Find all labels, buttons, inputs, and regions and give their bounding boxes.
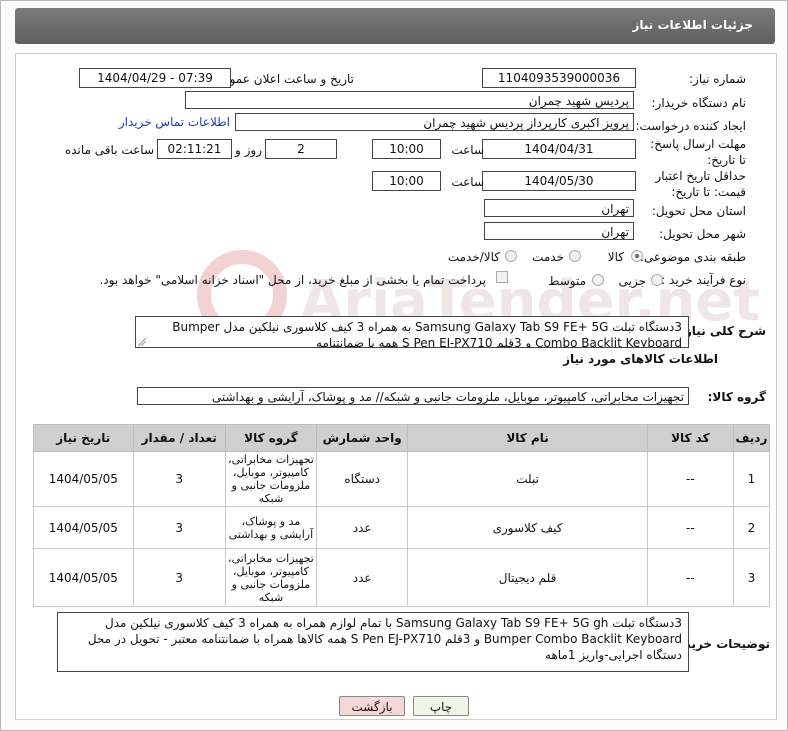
category-radio-goods[interactable] — [631, 250, 643, 262]
treasury-payment-note: پرداخت تمام یا بخشی از مبلغ خرید، از محل… — [99, 273, 486, 287]
table-header-row: ردیف کد کالا نام کالا واحد شمارش گروه کا… — [33, 424, 771, 452]
print-button[interactable]: چاپ — [413, 696, 469, 716]
buyer-contact-link[interactable]: اطلاعات تماس خریدار — [119, 115, 230, 129]
cell-row-number: 3 — [732, 548, 771, 607]
cell-unit: دستگاه — [316, 451, 409, 507]
header-bar: جزئیات اطلاعات نیاز — [15, 8, 775, 44]
summary-text: 3دستگاه تبلت Samsung Galaxy Tab S9 FE+ 5… — [172, 320, 682, 348]
category-option-service: خدمت — [532, 250, 564, 264]
cell-name: تبلت — [407, 451, 648, 507]
need-number-label: شماره نیاز: — [689, 72, 746, 86]
price-validity-date-field: 1404/05/30 — [482, 171, 636, 191]
buyer-notes-textarea[interactable]: 3دستگاه تبلت Samsung Galaxy Tab S9 FE+ 5… — [57, 612, 689, 672]
requester-label: ایجاد کننده درخواست: — [635, 119, 746, 133]
category-option-goods: کالا — [607, 250, 624, 264]
cell-name: قلم دیجیتال — [407, 548, 648, 607]
cell-group: مد و پوشاک، آرایشی و بهداشتی — [224, 506, 318, 549]
buyer-org-field: پردیس شهید چمران — [185, 91, 634, 109]
goods-section-title: اطلاعات کالاهای مورد نیاز — [563, 352, 718, 366]
process-type-label: نوع فرآیند خرید : — [661, 273, 746, 287]
goods-group-field: تجهیزات مخابراتی، کامپیوتر، موبایل، ملزو… — [137, 387, 689, 405]
cell-group-text: تجهیزات مخابراتی، کامپیوتر، موبایل، ملزو… — [228, 453, 314, 505]
province-field: تهران — [484, 199, 634, 217]
price-validity-time-field: 10:00 — [372, 171, 441, 191]
col-header-need-date: تاریخ نیاز — [33, 424, 134, 452]
cell-group: تجهیزات مخابراتی، کامپیوتر، موبایل، ملزو… — [224, 451, 318, 507]
cell-group-text: مد و پوشاک، آرایشی و بهداشتی — [228, 514, 314, 541]
category-label: طبقه بندی موضوعی: — [639, 250, 746, 264]
city-field: تهران — [484, 222, 634, 240]
cell-name: کیف کلاسوری — [407, 506, 648, 549]
buyer-org-label: نام دستگاه خریدار: — [651, 96, 747, 110]
cell-code: -- — [646, 506, 734, 549]
table-row: 1 -- تبلت دستگاه تجهیزات مخابراتی، کامپی… — [33, 451, 771, 507]
cell-group: تجهیزات مخابراتی، کامپیوتر، موبایل، ملزو… — [224, 548, 318, 607]
days-remaining-field: 2 — [265, 139, 337, 159]
requester-field: پرویز اکبری کارپرداز پردیس شهید چمران — [235, 113, 634, 131]
time-remaining-field: 02:11:21 — [157, 139, 232, 159]
col-header-row-number: ردیف — [732, 424, 771, 452]
deadline-label: مهلت ارسال پاسخ: تا تاریخ: — [650, 137, 746, 167]
category-radio-goods-service[interactable] — [505, 250, 517, 262]
process-radio-minor[interactable] — [651, 274, 663, 286]
cell-row-number: 1 — [732, 451, 771, 507]
cell-code: -- — [646, 548, 734, 607]
deadline-date-field: 1404/04/31 — [482, 139, 636, 159]
goods-table: ردیف کد کالا نام کالا واحد شمارش گروه کا… — [33, 424, 771, 607]
process-option-medium: متوسط — [548, 274, 586, 288]
col-header-unit: واحد شمارش — [316, 424, 409, 452]
col-header-group: گروه کالا — [224, 424, 318, 452]
deadline-time-label: ساعت — [451, 143, 484, 157]
treasury-payment-checkbox[interactable] — [496, 271, 508, 283]
cell-need-date: 1404/05/05 — [33, 548, 134, 607]
back-button[interactable]: بازگشت — [339, 696, 405, 716]
process-radio-medium[interactable] — [592, 274, 604, 286]
price-validity-label: حداقل تاریخ اعتبار قیمت: تا تاریخ: — [655, 169, 746, 199]
category-option-goods-service: کالا/خدمت — [447, 250, 500, 264]
cell-group-text: تجهیزات مخابراتی، کامپیوتر، موبایل، ملزو… — [228, 551, 314, 604]
col-header-quantity: تعداد / مقدار — [132, 424, 226, 452]
cell-unit: عدد — [316, 506, 409, 549]
cell-need-date: 1404/05/05 — [33, 451, 134, 507]
province-label: استان محل تحویل: — [651, 204, 746, 218]
cell-quantity: 3 — [132, 506, 226, 549]
goods-group-label: گروه کالا: — [707, 390, 766, 404]
cell-row-number: 2 — [732, 506, 771, 549]
resize-grip-icon[interactable] — [138, 338, 146, 346]
announce-date-field: 1404/04/29 - 07:39 — [79, 68, 231, 88]
table-row: 2 -- کیف کلاسوری عدد مد و پوشاک، آرایشی … — [33, 506, 771, 549]
cell-unit: عدد — [316, 548, 409, 607]
table-row: 3 -- قلم دیجیتال عدد تجهیزات مخابراتی، ک… — [33, 548, 771, 607]
page-title: جزئیات اطلاعات نیاز — [632, 18, 753, 32]
cell-quantity: 3 — [132, 451, 226, 507]
need-number-field: 1104093539000036 — [482, 68, 636, 88]
deadline-time-field: 10:00 — [372, 139, 441, 159]
city-label: شهر محل تحویل: — [659, 227, 746, 241]
buyer-notes-text: 3دستگاه تبلت Samsung Galaxy Tab S9 FE+ 5… — [87, 616, 682, 662]
col-header-name: نام کالا — [407, 424, 648, 452]
cell-need-date: 1404/05/05 — [33, 506, 134, 549]
cell-code: -- — [646, 451, 734, 507]
summary-label: شرح کلی نیاز: — [680, 324, 766, 338]
price-validity-time-label: ساعت — [451, 175, 484, 189]
col-header-code: کد کالا — [646, 424, 734, 452]
process-option-minor: جزیی — [618, 274, 646, 288]
summary-textarea[interactable]: 3دستگاه تبلت Samsung Galaxy Tab S9 FE+ 5… — [135, 316, 689, 348]
cell-quantity: 3 — [132, 548, 226, 607]
days-label: روز و — [235, 143, 262, 157]
time-remaining-label: ساعت باقی مانده — [64, 143, 154, 157]
category-radio-service[interactable] — [569, 250, 581, 262]
